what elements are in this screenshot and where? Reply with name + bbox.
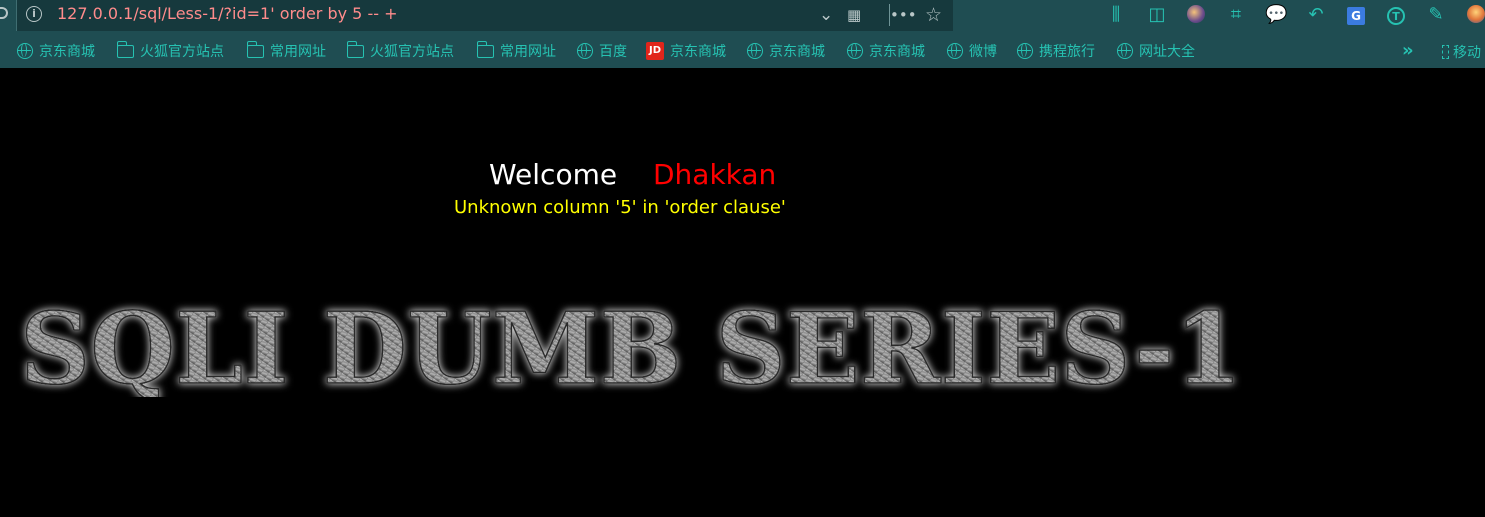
globe-icon	[1117, 43, 1133, 59]
chat-icon[interactable]: 💬	[1265, 5, 1287, 25]
bookmark-label: 京东商城	[39, 44, 95, 60]
bookmark-label: 微博	[969, 44, 997, 60]
bookmark-weibo[interactable]: 微博	[947, 41, 997, 61]
globe-icon	[577, 43, 593, 59]
url-text[interactable]: 127.0.0.1/sql/Less-1/?id=1' order by 5 -…	[57, 4, 397, 23]
globe-icon	[847, 43, 863, 59]
globe-icon	[1017, 43, 1033, 59]
bookmark-label: 网址大全	[1139, 44, 1195, 60]
avatar-icon[interactable]	[1186, 5, 1206, 25]
bookmark-label: 京东商城	[769, 44, 825, 60]
bookmark-jd-3[interactable]: 京东商城	[747, 41, 825, 61]
phone-icon	[1442, 45, 1449, 59]
bookmark-ctrip[interactable]: 携程旅行	[1017, 41, 1095, 61]
chevron-down-icon[interactable]: ⌄	[819, 5, 833, 25]
bookmark-label: 百度	[599, 44, 627, 60]
globe-icon	[947, 43, 963, 59]
crop-icon[interactable]: ⌗	[1225, 5, 1247, 25]
welcome-text: Welcome	[489, 158, 618, 191]
library-icon[interactable]: ⫼	[1104, 5, 1128, 25]
translate-icon[interactable]: G	[1345, 5, 1367, 25]
bookmark-baidu[interactable]: 百度	[577, 41, 627, 61]
bookmark-jd-1[interactable]: 京东商城	[17, 41, 95, 61]
star-icon[interactable]: ☆	[925, 5, 942, 25]
username-text: Dhakkan	[653, 158, 777, 191]
bookmark-label: 火狐官方站点	[370, 44, 454, 60]
bookmark-common-2[interactable]: 常用网址	[476, 40, 556, 61]
mobile-label: 移动	[1453, 45, 1481, 61]
bookmark-label: 京东商城	[869, 44, 925, 60]
jd-logo-icon: JD	[646, 42, 664, 60]
edit-icon[interactable]: ✎	[1425, 5, 1447, 25]
globe-icon	[747, 43, 763, 59]
bookmark-label: 携程旅行	[1039, 44, 1095, 60]
bookmark-label: 京东商城	[670, 44, 726, 60]
bookmark-firefox-1[interactable]: 火狐官方站点	[116, 40, 224, 61]
folder-icon	[246, 40, 264, 58]
sqli-banner: SQLI DUMB SERIES-1	[14, 291, 1254, 408]
sql-error-message: Unknown column '5' in 'order clause'	[454, 197, 786, 218]
bookmark-hao[interactable]: 网址大全	[1117, 41, 1195, 61]
sidebar-edge-icon[interactable]	[0, 7, 8, 19]
browser-toolbar: i 127.0.0.1/sql/Less-1/?id=1' order by 5…	[0, 0, 1485, 32]
qr-code-icon[interactable]: ▦	[847, 5, 861, 25]
bookmark-label: 常用网址	[270, 44, 326, 60]
bookmark-jd-2[interactable]: JD 京东商城	[646, 41, 726, 61]
bookmark-firefox-2[interactable]: 火狐官方站点	[346, 40, 454, 61]
bookmark-jd-4[interactable]: 京东商城	[847, 41, 925, 61]
bookmark-label: 火狐官方站点	[140, 44, 224, 60]
bookmarks-bar: · 京东商城 火狐官方站点 常用网址 火狐官方站点 常用网址 百度 JD京东商城…	[0, 32, 1485, 68]
banner-text: SQLI DUMB SERIES-1	[20, 297, 1242, 397]
globe-icon	[17, 43, 33, 59]
bookmark-common-1[interactable]: 常用网址	[246, 40, 326, 61]
folder-icon	[476, 40, 494, 58]
bookmark-label: 常用网址	[500, 44, 556, 60]
address-bar[interactable]: i 127.0.0.1/sql/Less-1/?id=1' order by 5…	[16, 0, 953, 31]
info-icon[interactable]: i	[26, 6, 42, 22]
folder-icon	[116, 40, 134, 58]
mobile-bookmarks[interactable]: 移动	[1442, 42, 1481, 62]
bookmarks-overflow-button[interactable]: »	[1402, 40, 1414, 61]
t-icon[interactable]: T	[1385, 5, 1407, 25]
folder-icon	[346, 40, 364, 58]
back-icon[interactable]: ↶	[1305, 5, 1327, 25]
sidebar-icon[interactable]: ◫	[1146, 5, 1168, 25]
banner-image: SQLI DUMB SERIES-1	[19, 291, 1243, 408]
extension-icon[interactable]	[1466, 5, 1485, 25]
more-icon[interactable]: •••	[890, 5, 917, 25]
